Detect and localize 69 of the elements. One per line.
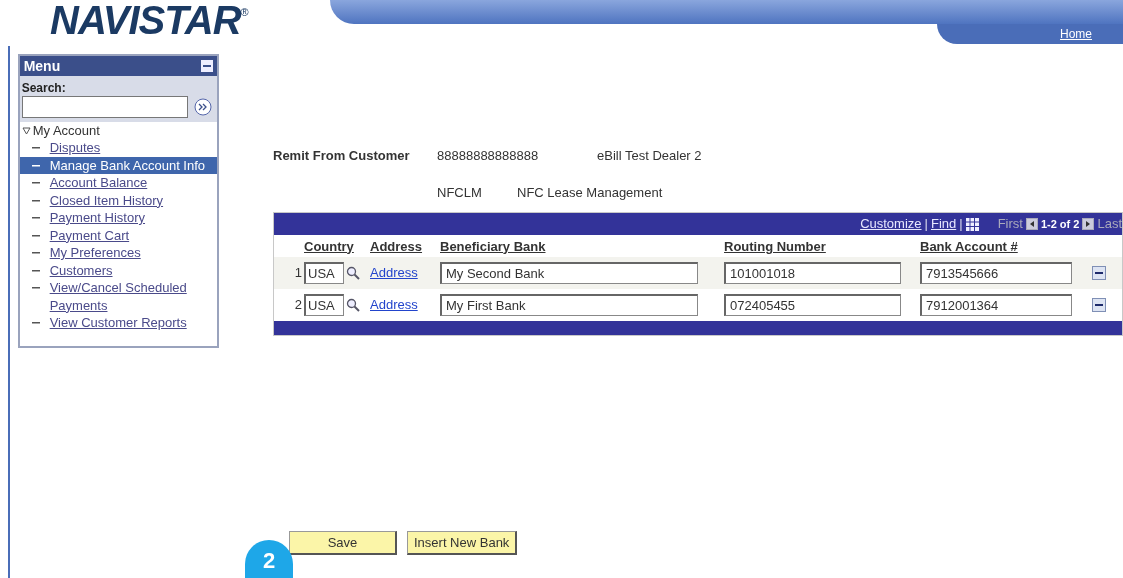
separator: | <box>924 215 928 234</box>
customize-link[interactable]: Customize <box>860 214 922 234</box>
menu-item[interactable]: Payment Cart <box>19 226 217 244</box>
delete-row-icon[interactable] <box>1092 266 1106 280</box>
search-field[interactable] <box>21 96 188 118</box>
dash-icon <box>31 217 40 219</box>
step-badge: 2 <box>245 540 293 578</box>
customer-label: Remit From Customer <box>273 147 411 165</box>
menu-group-label[interactable]: My Account <box>32 122 100 139</box>
search-label: Search: <box>21 80 67 96</box>
home-link[interactable]: Home <box>1060 25 1092 43</box>
row-number: 2 <box>293 296 303 315</box>
column-header[interactable]: Country <box>304 238 354 254</box>
address-link[interactable]: Address <box>370 265 418 281</box>
address-link[interactable]: Address <box>370 297 418 313</box>
row-range: 1-2 of 2 <box>1040 216 1080 232</box>
dash-icon <box>31 252 40 254</box>
dash-icon <box>31 199 40 202</box>
routing-number-field[interactable]: 101001018 <box>724 262 901 284</box>
column-header[interactable]: Routing Number <box>724 238 826 254</box>
menu-item[interactable]: Payment History <box>19 209 217 227</box>
customer-name: eBill Test Dealer 2 <box>597 147 702 165</box>
previous-icon[interactable] <box>1025 218 1038 230</box>
separator: | <box>959 215 963 234</box>
routing-number-field[interactable]: 072405455 <box>724 294 901 316</box>
search-icon[interactable] <box>346 298 360 312</box>
registered-mark: ® <box>240 5 249 18</box>
dash-icon <box>31 164 40 167</box>
menu-item[interactable]: View Customer Reports <box>19 314 217 332</box>
dash-icon <box>31 287 40 289</box>
grid-view-icon[interactable] <box>965 217 979 231</box>
first-label: First <box>997 215 1023 234</box>
go-icon[interactable] <box>193 98 212 116</box>
expanded-triangle-icon[interactable] <box>21 126 31 135</box>
next-icon[interactable] <box>1082 218 1095 230</box>
business-unit-code: NFCLM <box>437 183 483 202</box>
dash-icon <box>31 269 40 272</box>
menu-item[interactable]: Disputes <box>19 139 217 157</box>
find-link[interactable]: Find <box>930 214 957 234</box>
last-label: Last <box>1097 215 1122 234</box>
column-header[interactable]: Bank Account # <box>920 238 1018 254</box>
delete-row-icon[interactable] <box>1092 298 1106 312</box>
dash-icon <box>31 182 40 184</box>
menu-title: Menu <box>23 56 61 76</box>
menu-item[interactable]: Closed Item History <box>19 191 217 209</box>
business-unit-name: NFC Lease Management <box>517 183 663 202</box>
bank-account-field[interactable]: 7912001364 <box>920 294 1072 316</box>
dash-icon <box>31 147 40 149</box>
country-field[interactable]: USA <box>304 294 344 316</box>
collapse-icon[interactable] <box>201 60 213 72</box>
logo: NAVISTAR <box>50 0 241 40</box>
bank-account-field[interactable]: 7913545666 <box>920 262 1072 284</box>
save-button[interactable]: Save <box>289 531 397 555</box>
search-icon[interactable] <box>346 266 360 280</box>
dash-icon <box>31 322 40 324</box>
customer-id: 88888888888888 <box>437 147 540 165</box>
column-header[interactable]: Beneficiary Bank <box>440 238 546 254</box>
menu-item[interactable]: Customers <box>19 261 217 279</box>
beneficiary-bank-field[interactable]: My First Bank <box>440 294 698 316</box>
menu-item[interactable]: Account Balance <box>19 174 217 192</box>
country-field[interactable]: USA <box>304 262 344 284</box>
menu-item[interactable]: View/Cancel Scheduled Payments <box>19 279 217 314</box>
menu-item[interactable]: Manage Bank Account Info <box>19 156 217 174</box>
column-header[interactable]: Address <box>370 238 423 254</box>
row-number: 1 <box>293 264 303 283</box>
beneficiary-bank-field[interactable]: My Second Bank <box>440 262 698 284</box>
dash-icon <box>31 234 40 237</box>
menu-item[interactable]: My Preferences <box>19 244 217 262</box>
insert-new-bank-button[interactable]: Insert New Bank <box>407 531 518 555</box>
